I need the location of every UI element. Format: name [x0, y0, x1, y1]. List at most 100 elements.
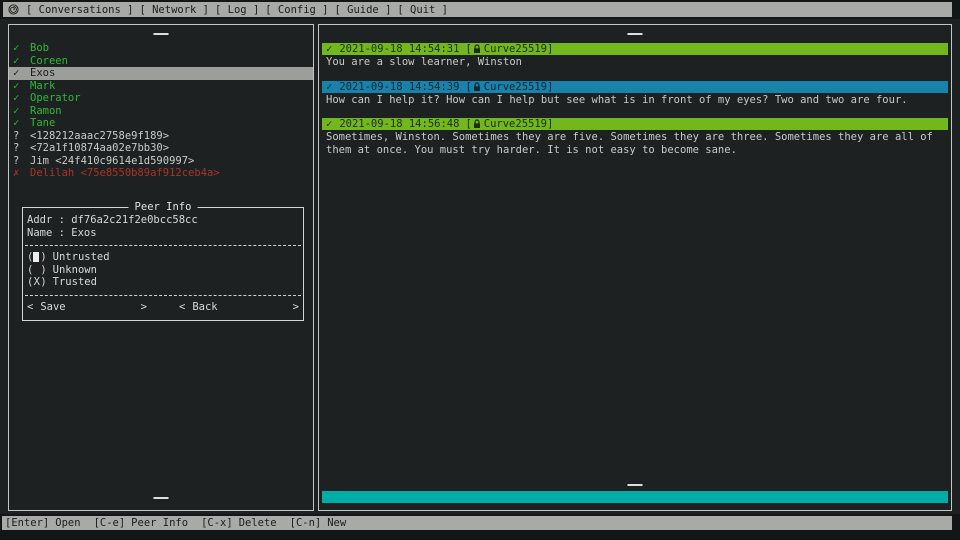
status-hint-3: [C-n]New: [290, 517, 347, 529]
button-arrow-right: >: [293, 301, 299, 313]
contact-row-3[interactable]: ✓Mark: [9, 80, 313, 93]
lock-icon: [473, 44, 481, 54]
status-hint-1: [C-e] Peer Info: [94, 517, 189, 529]
radio-paren-close: ): [40, 264, 46, 276]
chat-scroll-indicator-top: [628, 33, 643, 35]
message-header: ✓2021-09-18 14:54:31[Curve25519]: [322, 43, 948, 55]
button-arrow-right: >: [141, 301, 147, 313]
lock-icon: [473, 119, 481, 129]
menu-bar-items: [ Conversations ] [ Network ] [ Log ] [ Con…: [26, 4, 454, 16]
message-cipher: [Curve25519]: [465, 81, 553, 93]
message-1: ✓ 2021-09-18 14:54:39 [Curve25519]How can …: [322, 81, 948, 107]
status-key: [C-x]: [201, 517, 233, 529]
status-bar: [Enter] Open [C-e] Peer Info [C-x] Delete [C-n…: [2, 516, 952, 530]
message-input[interactable]: [322, 491, 948, 503]
contact-label: <128212aaac2758e9f189>: [30, 130, 169, 143]
contact-row-8[interactable]: ?<72a1f10874aa02e7bb30>: [9, 142, 313, 155]
contacts-scroll-indicator-bottom: [154, 497, 169, 499]
contact-status-mark: ✓: [13, 105, 30, 118]
message-0: ✓2021-09-18 14:54:31[Curve25519]You are …: [322, 43, 948, 69]
contact-status-mark: ✓: [13, 117, 30, 130]
contact-row-1[interactable]: ✓Coreen: [9, 55, 313, 68]
contact-row-5[interactable]: ✓Ramon: [9, 105, 313, 118]
back-button[interactable]: < Back>: [179, 301, 299, 313]
radio-label: Unknown: [53, 264, 97, 276]
main-area: ✓Bob✓Coreen✓Exos✓Mark✓Operator✓Ramon✓Tan…: [0, 19, 960, 514]
trust-option-trusted[interactable]: (X)Trusted: [23, 276, 303, 289]
peer-addr-line: Addr : df76a2c21f2e0bcc58cc: [23, 214, 303, 227]
radio-label: Untrusted: [53, 251, 110, 263]
contact-status-mark: ✓: [13, 92, 30, 105]
contact-label: Exos: [30, 67, 55, 80]
status-action: Open: [55, 517, 80, 529]
app-window: [ Conversations ] [ Network ] [ Log ] [ Con…: [0, 0, 960, 540]
message-header: ✓ 2021-09-18 14:54:39 [Curve25519]: [322, 81, 948, 93]
peer-info-buttons: <Save><Back>: [23, 301, 303, 313]
button-arrow-left: <: [179, 301, 185, 313]
contact-row-10[interactable]: ✗Delilah <75e8550b89af912ceb4a>: [9, 167, 313, 180]
dialog-separator: [25, 245, 301, 246]
dialog-separator: [25, 295, 301, 296]
message-text: You are a slow learner, Winston: [322, 56, 948, 69]
message-check-icon: ✓: [326, 81, 332, 93]
contact-status-mark: ✓: [13, 67, 30, 80]
peer-info-dialog: Peer Info Addr : df76a2c21f2e0bcc58cc Na…: [22, 207, 304, 321]
button-label: Back: [192, 301, 292, 313]
contact-label: Coreen: [30, 55, 68, 68]
status-action: Peer Info: [131, 517, 188, 529]
button-arrow-left: <: [27, 301, 33, 313]
contact-row-9[interactable]: ?Jim <24f410c9614e1d590997>: [9, 155, 313, 168]
menu-item-network[interactable]: [ Network ]: [139, 4, 209, 16]
menu-bar: [ Conversations ] [ Network ] [ Log ] [ Con…: [3, 2, 952, 17]
message-text: Sometimes, Winston. Sometimes they are f…: [322, 131, 948, 156]
contact-label: Tane: [30, 117, 55, 130]
lock-icon: [473, 82, 481, 92]
menu-item-guide[interactable]: [ Guide ]: [335, 4, 392, 16]
contact-row-2[interactable]: ✓Exos: [9, 67, 313, 80]
contact-row-4[interactable]: ✓Operator: [9, 92, 313, 105]
chat-panel: ✓2021-09-18 14:54:31[Curve25519]You are …: [318, 24, 952, 511]
status-hint-0: [Enter] Open: [5, 517, 81, 529]
contact-label: Mark: [30, 80, 55, 93]
contacts-scroll-indicator-top: [154, 33, 169, 35]
contact-row-7[interactable]: ?<128212aaac2758e9f189>: [9, 130, 313, 143]
peer-info-title: Peer Info: [129, 201, 198, 213]
status-key: [Enter]: [5, 517, 49, 529]
contact-status-mark: ✗: [13, 167, 30, 180]
message-timestamp: 2021-09-18 14:54:39: [339, 81, 459, 93]
contact-status-mark: ✓: [13, 55, 30, 68]
peer-name-line: Name : Exos: [23, 227, 303, 240]
menu-item-config[interactable]: [ Config ]: [265, 4, 328, 16]
menu-item-conversations[interactable]: [ Conversations ]: [26, 4, 133, 16]
contact-label: <72a1f10874aa02e7bb30>: [30, 142, 169, 155]
status-key: [C-n]: [290, 517, 322, 529]
contact-label: Delilah <75e8550b89af912ceb4a>: [30, 167, 220, 180]
message-header: ✓2021-09-18 14:56:48[Curve25519]: [322, 118, 948, 130]
button-label: Save: [40, 301, 140, 313]
contacts-panel: ✓Bob✓Coreen✓Exos✓Mark✓Operator✓Ramon✓Tan…: [8, 24, 314, 511]
message-2: ✓2021-09-18 14:56:48[Curve25519]Sometime…: [322, 118, 948, 156]
trust-radio-group: ()Untrusted( )Unknown(X)Trusted: [23, 251, 303, 289]
status-action: Delete: [239, 517, 277, 529]
radio-label: Trusted: [53, 276, 97, 288]
contact-label: Jim <24f410c9614e1d590997>: [30, 155, 194, 168]
message-timestamp: 2021-09-18 14:56:48: [339, 118, 459, 130]
message-list: ✓2021-09-18 14:54:31[Curve25519]You are …: [322, 43, 948, 168]
message-text: How can I help it? How can I help but se…: [322, 94, 948, 107]
app-logo-icon: [8, 4, 19, 15]
radio-paren-close: ): [40, 251, 46, 263]
trust-option-unknown[interactable]: ( )Unknown: [23, 264, 303, 277]
contact-status-mark: ✓: [13, 42, 30, 55]
save-button[interactable]: < Save>: [27, 301, 147, 313]
status-key: [C-e]: [94, 517, 126, 529]
contact-status-mark: ?: [13, 155, 30, 168]
contact-row-0[interactable]: ✓Bob: [9, 42, 313, 55]
trust-option-untrusted[interactable]: ()Untrusted: [23, 251, 303, 264]
contact-row-6[interactable]: ✓Tane: [9, 117, 313, 130]
status-hint-2: [C-x] Delete: [201, 517, 277, 529]
contact-label: Ramon: [30, 105, 62, 118]
contact-list: ✓Bob✓Coreen✓Exos✓Mark✓Operator✓Ramon✓Tan…: [9, 42, 313, 180]
menu-item-log[interactable]: [ Log ]: [215, 4, 259, 16]
menu-item-quit[interactable]: [ Quit ]: [397, 4, 448, 16]
chat-scroll-indicator-bottom: [628, 484, 643, 486]
